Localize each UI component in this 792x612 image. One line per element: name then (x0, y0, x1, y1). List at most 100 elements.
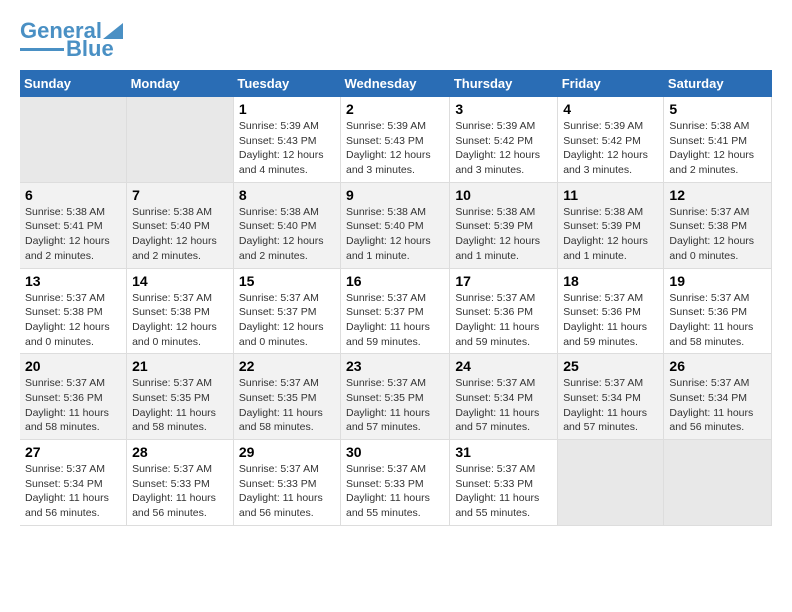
day-number: 29 (239, 444, 335, 460)
day-number: 16 (346, 273, 444, 289)
calendar-cell: 11 Sunrise: 5:38 AMSunset: 5:39 PMDayligh… (558, 182, 664, 268)
day-info: Sunrise: 5:39 AMSunset: 5:42 PMDaylight:… (563, 119, 658, 178)
calendar-week-row: 13 Sunrise: 5:37 AMSunset: 5:38 PMDayligh… (20, 268, 772, 354)
calendar-week-row: 27Sunrise: 5:37 AMSunset: 5:34 PMDayligh… (20, 440, 772, 526)
day-info: Sunrise: 5:37 AMSunset: 5:38 PMDaylight:… (132, 291, 228, 350)
calendar-cell: 20 Sunrise: 5:37 AMSunset: 5:36 PMDayligh… (20, 354, 127, 440)
calendar-cell: 15 Sunrise: 5:37 AMSunset: 5:37 PMDayligh… (233, 268, 340, 354)
day-info: Sunrise: 5:37 AMSunset: 5:36 PMDaylight:… (25, 376, 121, 435)
calendar-cell: 2Sunrise: 5:39 AMSunset: 5:43 PMDaylight… (341, 97, 450, 182)
day-info: Sunrise: 5:38 AMSunset: 5:41 PMDaylight:… (25, 205, 121, 264)
day-info: Sunrise: 5:38 AMSunset: 5:41 PMDaylight:… (669, 119, 766, 178)
calendar-cell: 28 Sunrise: 5:37 AMSunset: 5:33 PMDayligh… (127, 440, 234, 526)
day-number: 18 (563, 273, 658, 289)
calendar-cell: 6 Sunrise: 5:38 AMSunset: 5:41 PMDaylight… (20, 182, 127, 268)
day-number: 19 (669, 273, 766, 289)
day-info: Sunrise: 5:37 AMSunset: 5:35 PMDaylight:… (239, 376, 335, 435)
calendar-cell: 23 Sunrise: 5:37 AMSunset: 5:35 PMDayligh… (341, 354, 450, 440)
day-number: 13 (25, 273, 121, 289)
day-info: Sunrise: 5:37 AMSunset: 5:38 PMDaylight:… (25, 291, 121, 350)
calendar-cell: 12 Sunrise: 5:37 AMSunset: 5:38 PMDayligh… (664, 182, 772, 268)
calendar-cell: 17 Sunrise: 5:37 AMSunset: 5:36 PMDayligh… (450, 268, 558, 354)
calendar-cell: 21 Sunrise: 5:37 AMSunset: 5:35 PMDayligh… (127, 354, 234, 440)
calendar-cell: 9Sunrise: 5:38 AMSunset: 5:40 PMDaylight… (341, 182, 450, 268)
calendar-cell: 4 Sunrise: 5:39 AMSunset: 5:42 PMDaylight… (558, 97, 664, 182)
calendar-cell: 16 Sunrise: 5:37 AMSunset: 5:37 PMDayligh… (341, 268, 450, 354)
day-info: Sunrise: 5:37 AMSunset: 5:35 PMDaylight:… (132, 376, 228, 435)
day-info: Sunrise: 5:37 AMSunset: 5:36 PMDaylight:… (669, 291, 766, 350)
day-number: 30 (346, 444, 444, 460)
day-info: Sunrise: 5:38 AMSunset: 5:39 PMDaylight:… (563, 205, 658, 264)
calendar-cell: 7 Sunrise: 5:38 AMSunset: 5:40 PMDaylight… (127, 182, 234, 268)
day-number: 15 (239, 273, 335, 289)
day-number: 31 (455, 444, 552, 460)
day-info: Sunrise: 5:37 AMSunset: 5:33 PMDaylight:… (132, 462, 228, 521)
calendar-header-row: SundayMondayTuesdayWednesdayThursdayFrid… (20, 70, 772, 97)
weekday-header-monday: Monday (127, 70, 234, 97)
day-info: Sunrise: 5:37 AMSunset: 5:33 PMDaylight:… (346, 462, 444, 521)
calendar-cell: 31Sunrise: 5:37 AMSunset: 5:33 PMDayligh… (450, 440, 558, 526)
calendar-cell: 24 Sunrise: 5:37 AMSunset: 5:34 PMDayligh… (450, 354, 558, 440)
day-info: Sunrise: 5:37 AMSunset: 5:33 PMDaylight:… (239, 462, 335, 521)
calendar-cell: 25 Sunrise: 5:37 AMSunset: 5:34 PMDayligh… (558, 354, 664, 440)
calendar-week-row: 20 Sunrise: 5:37 AMSunset: 5:36 PMDayligh… (20, 354, 772, 440)
day-info: Sunrise: 5:37 AMSunset: 5:36 PMDaylight:… (455, 291, 552, 350)
day-info: Sunrise: 5:39 AMSunset: 5:43 PMDaylight:… (346, 119, 444, 178)
day-number: 28 (132, 444, 228, 460)
calendar-cell: 18Sunrise: 5:37 AMSunset: 5:36 PMDayligh… (558, 268, 664, 354)
day-number: 12 (669, 187, 766, 203)
day-number: 26 (669, 358, 766, 374)
calendar-cell: 29 Sunrise: 5:37 AMSunset: 5:33 PMDayligh… (233, 440, 340, 526)
calendar-cell: 22 Sunrise: 5:37 AMSunset: 5:35 PMDayligh… (233, 354, 340, 440)
calendar-cell: 13 Sunrise: 5:37 AMSunset: 5:38 PMDayligh… (20, 268, 127, 354)
calendar-cell: 30 Sunrise: 5:37 AMSunset: 5:33 PMDayligh… (341, 440, 450, 526)
day-number: 11 (563, 187, 658, 203)
calendar-cell: 5 Sunrise: 5:38 AMSunset: 5:41 PMDaylight… (664, 97, 772, 182)
calendar-week-row: 1Sunrise: 5:39 AMSunset: 5:43 PMDaylight… (20, 97, 772, 182)
day-number: 21 (132, 358, 228, 374)
weekday-header-wednesday: Wednesday (341, 70, 450, 97)
calendar-week-row: 6 Sunrise: 5:38 AMSunset: 5:41 PMDaylight… (20, 182, 772, 268)
calendar-cell: 3 Sunrise: 5:39 AMSunset: 5:42 PMDaylight… (450, 97, 558, 182)
day-info: Sunrise: 5:37 AMSunset: 5:34 PMDaylight:… (455, 376, 552, 435)
day-info: Sunrise: 5:38 AMSunset: 5:40 PMDaylight:… (239, 205, 335, 264)
day-number: 24 (455, 358, 552, 374)
day-info: Sunrise: 5:37 AMSunset: 5:34 PMDaylight:… (563, 376, 658, 435)
day-number: 4 (563, 101, 658, 117)
day-number: 10 (455, 187, 552, 203)
calendar-cell: 14 Sunrise: 5:37 AMSunset: 5:38 PMDayligh… (127, 268, 234, 354)
day-number: 14 (132, 273, 228, 289)
logo: General Blue (20, 20, 123, 60)
day-info: Sunrise: 5:37 AMSunset: 5:35 PMDaylight:… (346, 376, 444, 435)
day-info: Sunrise: 5:37 AMSunset: 5:37 PMDaylight:… (239, 291, 335, 350)
day-number: 5 (669, 101, 766, 117)
calendar-cell (127, 97, 234, 182)
logo-blue-text: Blue (66, 38, 114, 60)
weekday-header-friday: Friday (558, 70, 664, 97)
calendar-table: SundayMondayTuesdayWednesdayThursdayFrid… (20, 70, 772, 526)
day-number: 7 (132, 187, 228, 203)
calendar-cell: 10 Sunrise: 5:38 AMSunset: 5:39 PMDayligh… (450, 182, 558, 268)
weekday-header-saturday: Saturday (664, 70, 772, 97)
day-number: 27 (25, 444, 121, 460)
day-number: 6 (25, 187, 121, 203)
day-number: 23 (346, 358, 444, 374)
day-number: 20 (25, 358, 121, 374)
page-header: General Blue (20, 20, 772, 60)
day-info: Sunrise: 5:37 AMSunset: 5:37 PMDaylight:… (346, 291, 444, 350)
day-info: Sunrise: 5:37 AMSunset: 5:38 PMDaylight:… (669, 205, 766, 264)
day-info: Sunrise: 5:37 AMSunset: 5:34 PMDaylight:… (669, 376, 766, 435)
calendar-cell: 19 Sunrise: 5:37 AMSunset: 5:36 PMDayligh… (664, 268, 772, 354)
day-number: 3 (455, 101, 552, 117)
weekday-header-sunday: Sunday (20, 70, 127, 97)
day-number: 25 (563, 358, 658, 374)
day-number: 8 (239, 187, 335, 203)
day-info: Sunrise: 5:38 AMSunset: 5:39 PMDaylight:… (455, 205, 552, 264)
day-number: 17 (455, 273, 552, 289)
day-number: 22 (239, 358, 335, 374)
calendar-cell: 26 Sunrise: 5:37 AMSunset: 5:34 PMDayligh… (664, 354, 772, 440)
day-info: Sunrise: 5:38 AMSunset: 5:40 PMDaylight:… (132, 205, 228, 264)
weekday-header-thursday: Thursday (450, 70, 558, 97)
weekday-header-tuesday: Tuesday (233, 70, 340, 97)
day-info: Sunrise: 5:39 AMSunset: 5:42 PMDaylight:… (455, 119, 552, 178)
